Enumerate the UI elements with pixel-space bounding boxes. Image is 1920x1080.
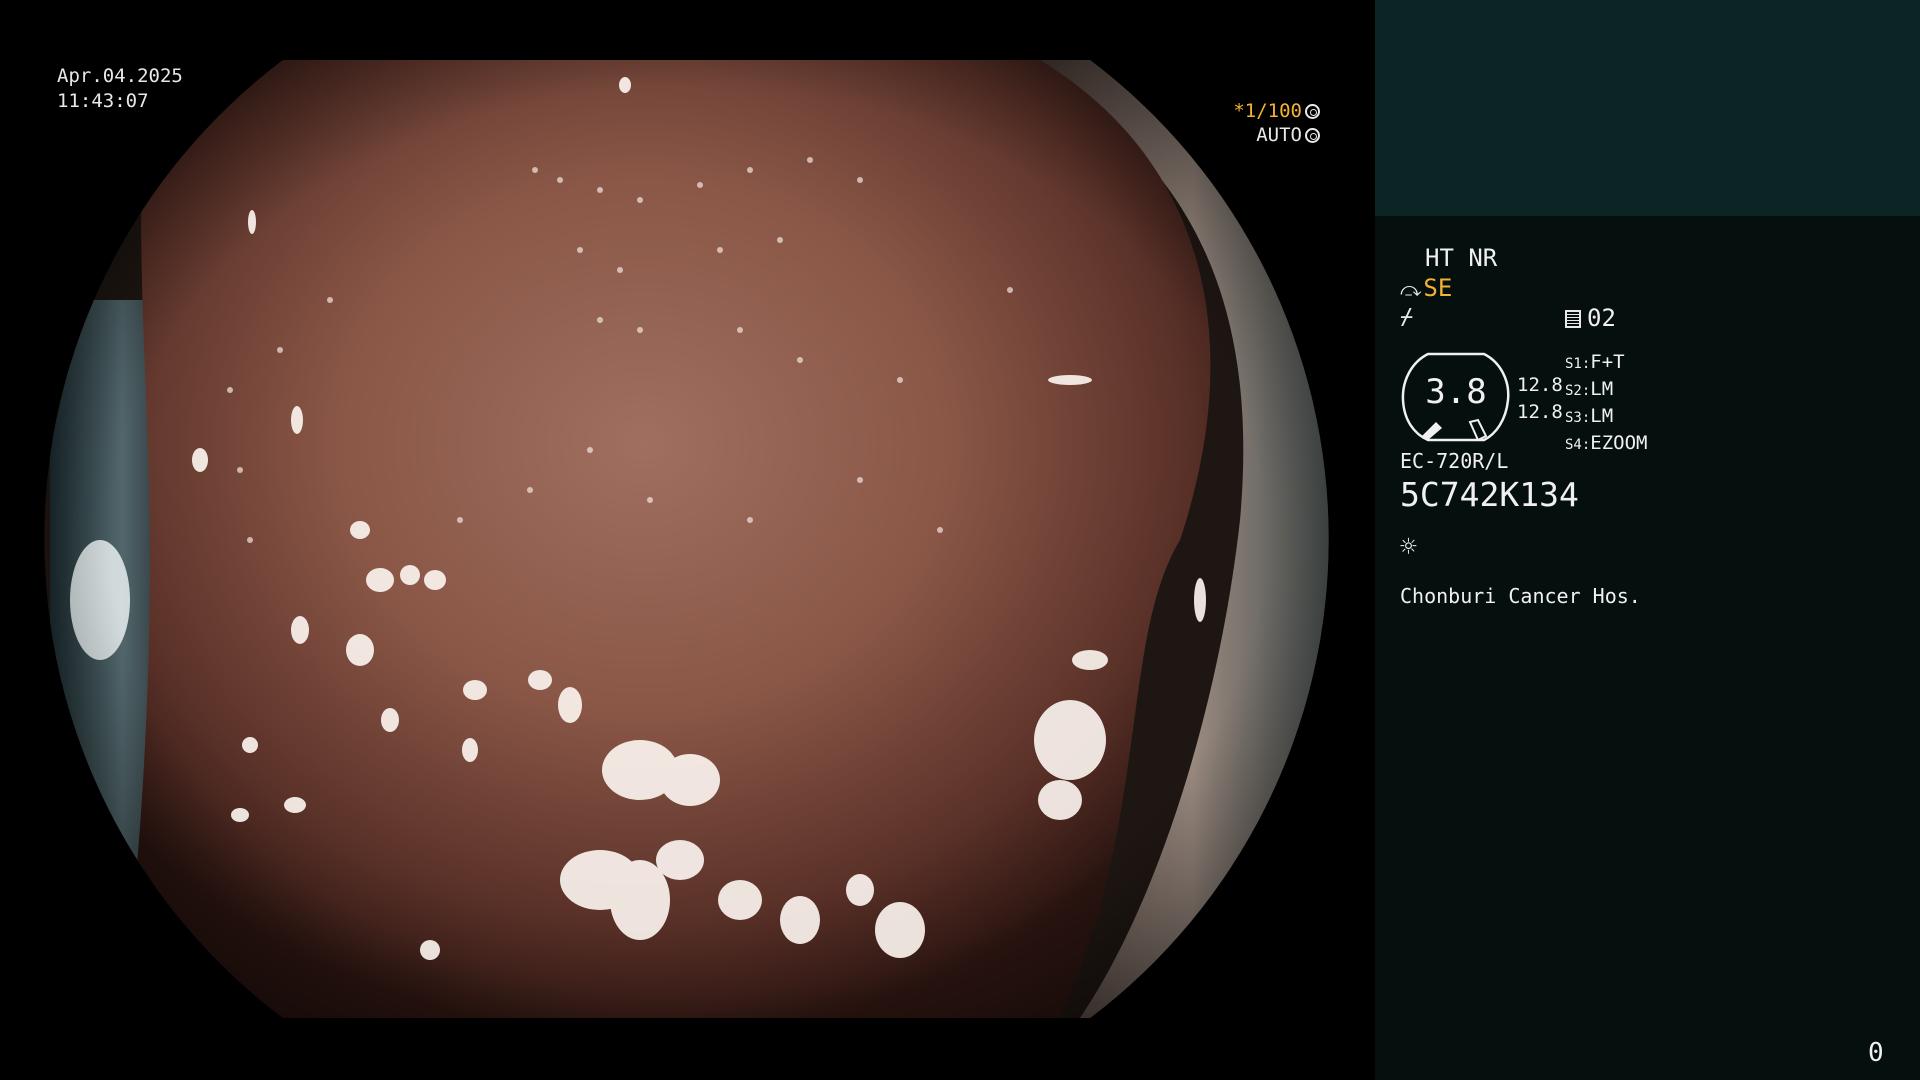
switch-key: S4: [1565,437,1591,453]
exposure-mode: AUTO [1256,124,1302,146]
endoscopy-screen: Apr.04.2025 11:43:07 *1/100 AUTO HT NR ⤼… [0,0,1920,1080]
exam-time: 11:43:07 [57,90,149,112]
shutter-info: *1/100 AUTO [1020,99,1320,147]
exam-date: Apr.04.2025 [57,65,183,87]
patient-data-area [1375,0,1920,216]
structure-enhancement-label: SE [1423,274,1453,302]
scope-serial-number: 5C742K134 [1400,475,1579,514]
memory-icon [1565,310,1581,328]
structure-enhancement-row: ⤼SE [1400,274,1452,302]
endoscopic-image-view: Apr.04.2025 11:43:07 *1/100 AUTO [0,0,1375,1080]
switch-value: EZOOM [1590,432,1648,454]
enhancement-values: 12.8 12.8 [1517,372,1563,426]
exam-datetime: Apr.04.2025 11:43:07 [57,64,183,114]
switch-value: LM [1590,378,1614,400]
switch-key: S3: [1565,410,1591,426]
shutter-icon [1305,104,1320,119]
memory-row: 02 [1565,304,1616,332]
frame-counter: 0 [1868,1038,1884,1068]
memory-label: 02 [1587,304,1616,332]
institution-name: Chonburi Cancer Hos. [1400,584,1641,608]
shutter-ratio: *1/100 [1233,100,1302,122]
se-icon: ⤼ [1400,277,1422,301]
switch-value: F+T [1590,351,1625,373]
switch-key: S1: [1565,356,1591,372]
switch-key: S2: [1565,383,1591,399]
image-processing-label: HT NR [1425,244,1498,272]
enhancement-value-2: 12.8 [1517,401,1563,423]
exposure-icon [1305,128,1320,143]
scope-model: EC-720R/L [1400,449,1509,473]
filter-icon: ⌿ [1400,305,1414,330]
enhancement-value-1: 12.8 [1517,374,1563,396]
light-icon: ☼ [1400,530,1417,563]
switch-value: LM [1590,405,1614,427]
scope-switches: S1:F+T S2:LM S3:LM S4:EZOOM [1565,350,1648,458]
patient-info-panel: HT NR ⤼SE ⌿ 02 3.8 12.8 12.8 S1:F+T S2:L… [1375,0,1920,1080]
zoom-value: 3.8 [1425,372,1487,412]
endoscopic-image [44,60,1329,1018]
